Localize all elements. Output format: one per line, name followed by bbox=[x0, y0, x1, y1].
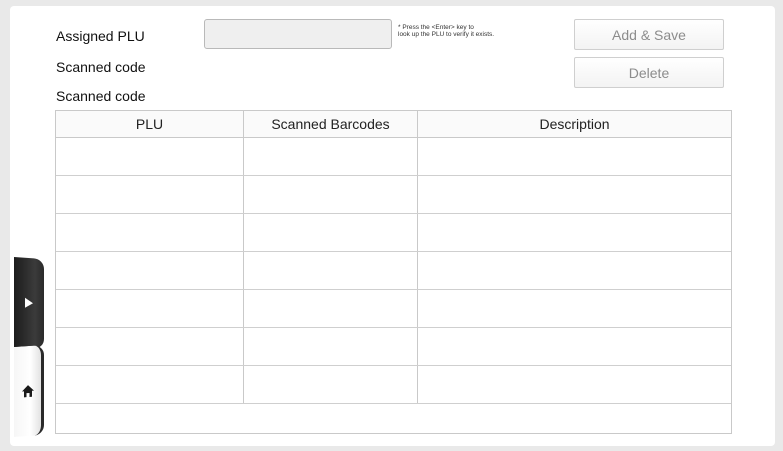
cell-description bbox=[418, 138, 731, 175]
table-header-row: PLU Scanned Barcodes Description bbox=[56, 111, 731, 138]
cell-description bbox=[418, 252, 731, 289]
cell-scanned-barcodes bbox=[244, 214, 418, 251]
enter-key-hint: * Press the <Enter> key to look up the P… bbox=[398, 24, 558, 38]
cell-plu bbox=[56, 290, 244, 327]
cell-scanned-barcodes bbox=[244, 366, 418, 403]
cell-plu bbox=[56, 176, 244, 213]
add-save-button[interactable]: Add & Save bbox=[574, 19, 724, 50]
cell-plu bbox=[56, 138, 244, 175]
table-row[interactable] bbox=[56, 290, 731, 328]
cell-scanned-barcodes bbox=[244, 176, 418, 213]
table-row[interactable] bbox=[56, 328, 731, 366]
play-right-icon bbox=[25, 297, 33, 308]
cell-plu bbox=[56, 366, 244, 403]
scanned-code-label-1: Scanned code bbox=[56, 59, 146, 75]
table-row[interactable] bbox=[56, 366, 731, 404]
column-header-description[interactable]: Description bbox=[418, 111, 731, 137]
home-side-tab[interactable] bbox=[14, 344, 44, 438]
delete-button[interactable]: Delete bbox=[574, 57, 724, 88]
hint-line-1: * Press the <Enter> key to bbox=[398, 24, 474, 31]
table-row[interactable] bbox=[56, 252, 731, 290]
cell-description bbox=[418, 366, 731, 403]
table-row[interactable] bbox=[56, 176, 731, 214]
table-body bbox=[56, 138, 731, 404]
assigned-plu-input[interactable] bbox=[204, 19, 392, 49]
column-header-scanned-barcodes[interactable]: Scanned Barcodes bbox=[244, 111, 418, 137]
cell-description bbox=[418, 290, 731, 327]
plu-barcode-table: PLU Scanned Barcodes Description bbox=[55, 110, 732, 434]
cell-scanned-barcodes bbox=[244, 290, 418, 327]
assigned-plu-label: Assigned PLU bbox=[56, 28, 145, 44]
cell-scanned-barcodes bbox=[244, 328, 418, 365]
cell-plu bbox=[56, 214, 244, 251]
cell-description bbox=[418, 214, 731, 251]
column-header-plu[interactable]: PLU bbox=[56, 111, 244, 137]
cell-description bbox=[418, 328, 731, 365]
table-row[interactable] bbox=[56, 138, 731, 176]
table-row[interactable] bbox=[56, 214, 731, 252]
cell-description bbox=[418, 176, 731, 213]
cell-plu bbox=[56, 328, 244, 365]
hint-line-2: look up the PLU to verify it exists. bbox=[398, 31, 495, 38]
home-icon bbox=[21, 385, 34, 398]
cell-scanned-barcodes bbox=[244, 138, 418, 175]
expand-side-tab[interactable] bbox=[14, 256, 44, 350]
cell-scanned-barcodes bbox=[244, 252, 418, 289]
cell-plu bbox=[56, 252, 244, 289]
scanned-code-label-2: Scanned code bbox=[56, 88, 146, 104]
